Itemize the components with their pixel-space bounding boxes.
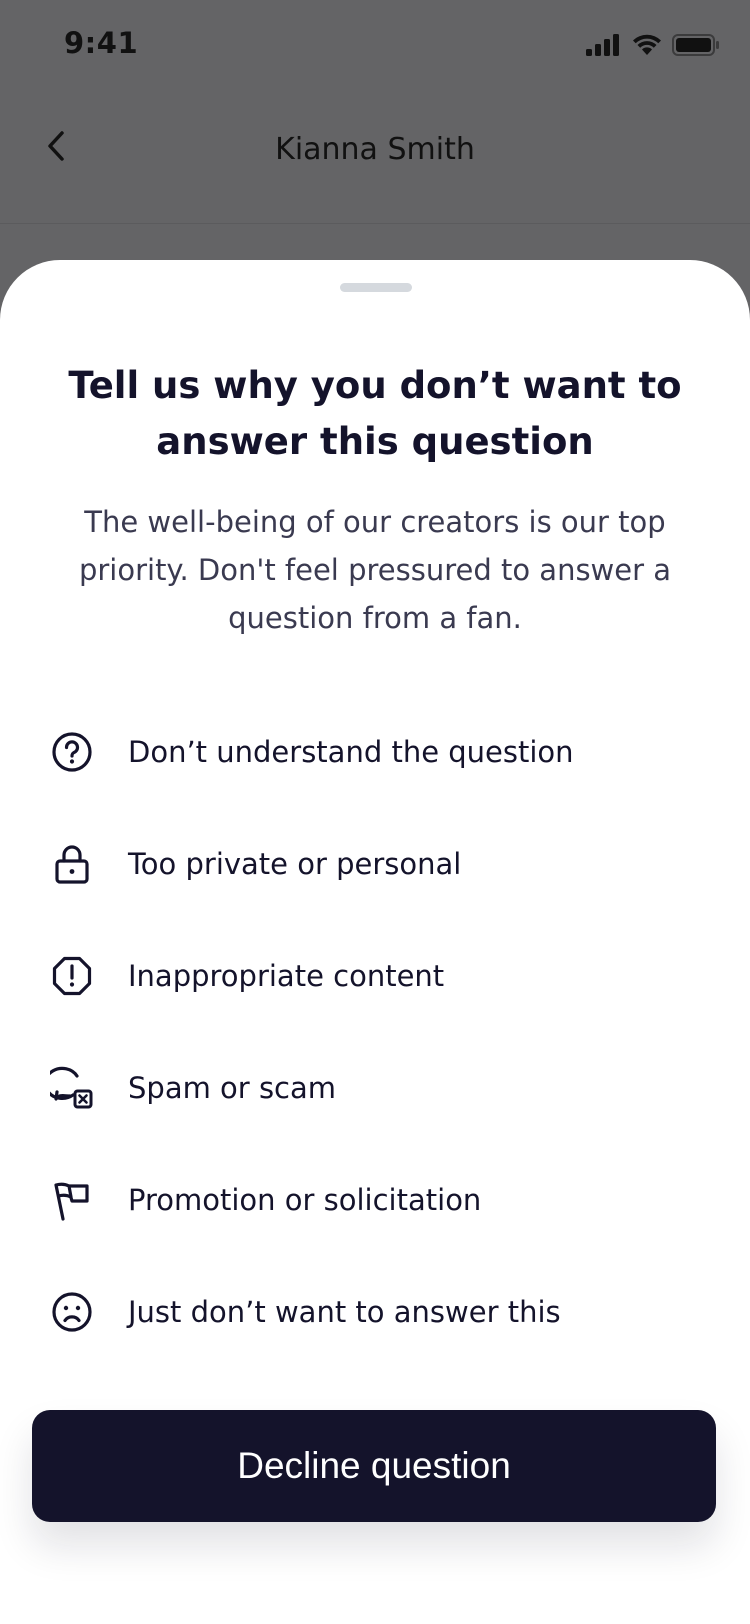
reason-label: Just don’t want to answer this	[128, 1295, 561, 1329]
alert-octagon-icon	[50, 954, 94, 998]
sheet-grabber[interactable]	[340, 283, 412, 292]
battery-icon	[672, 34, 720, 60]
flag-icon	[50, 1178, 94, 1222]
reason-item-too-private[interactable]: Too private or personal	[0, 808, 750, 920]
reason-item-dont-want[interactable]: Just don’t want to answer this	[0, 1256, 750, 1368]
reason-item-spam[interactable]: Spam or scam	[0, 1032, 750, 1144]
reason-item-promotion[interactable]: Promotion or solicitation	[0, 1144, 750, 1256]
reason-item-inappropriate[interactable]: Inappropriate content	[0, 920, 750, 1032]
status-bar: 9:41	[0, 0, 750, 92]
reason-item-dont-understand[interactable]: Don’t understand the question	[0, 696, 750, 808]
chat-block-icon	[50, 1066, 94, 1110]
decline-reason-sheet: Tell us why you don’t want to answer thi…	[0, 260, 750, 1624]
signal-icon	[586, 34, 622, 60]
sad-face-icon	[50, 1290, 94, 1334]
wifi-icon	[632, 34, 662, 60]
reason-label: Inappropriate content	[128, 959, 445, 993]
sheet-subtitle: The well-being of our creators is our to…	[78, 505, 672, 635]
reason-label: Too private or personal	[128, 847, 462, 881]
reason-label: Spam or scam	[128, 1071, 337, 1105]
sheet-title: Tell us why you don’t want to answer thi…	[68, 364, 682, 463]
question-circle-icon	[50, 730, 94, 774]
page-title: Kianna Smith	[275, 132, 475, 167]
decline-question-button[interactable]: Decline question	[32, 1410, 716, 1522]
reason-label: Promotion or solicitation	[128, 1183, 482, 1217]
reason-list: Don’t understand the question Too privat…	[0, 696, 750, 1368]
nav-bar: Kianna Smith	[0, 92, 750, 224]
lock-icon	[50, 842, 94, 886]
status-time: 9:41	[64, 26, 139, 60]
status-icons	[586, 34, 720, 60]
reason-label: Don’t understand the question	[128, 735, 574, 769]
